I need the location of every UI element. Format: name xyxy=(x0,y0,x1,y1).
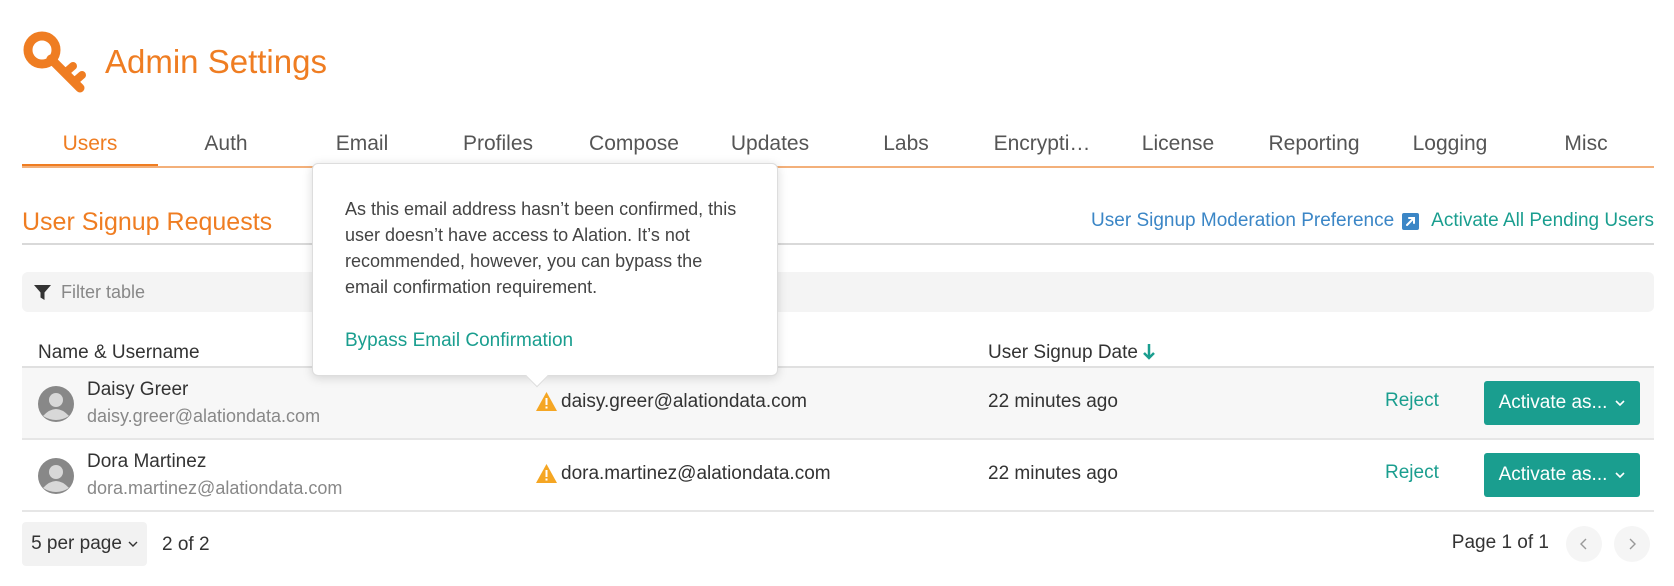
sort-down-icon xyxy=(1143,344,1155,360)
popover-message: As this email address hasn’t been confir… xyxy=(345,199,737,297)
chevron-down-icon xyxy=(1615,471,1625,478)
tab-email[interactable]: Email xyxy=(294,118,430,166)
avatar xyxy=(38,386,74,422)
signup-date: 22 minutes ago xyxy=(988,391,1118,412)
signup-table: Name & Username User Signup Date Daisy G… xyxy=(22,332,1654,512)
user-email: daisy.greer@alationdata.com xyxy=(561,391,808,412)
key-icon xyxy=(23,31,86,93)
user-name: Dora Martinez xyxy=(87,451,207,472)
activate-as-label: Activate as... xyxy=(1498,464,1608,485)
pagination: 5 per page 2 of 2 Page 1 of 1 xyxy=(22,522,1654,566)
tab-users[interactable]: Users xyxy=(22,118,158,166)
tab-reporting[interactable]: Reporting xyxy=(1246,118,1382,166)
activate-as-button[interactable]: Activate as... xyxy=(1484,381,1640,425)
activate-as-label: Activate as... xyxy=(1498,392,1608,413)
activate-all-button[interactable]: Activate All Pending Users xyxy=(1431,210,1654,232)
page-indicator: Page 1 of 1 xyxy=(1451,532,1549,553)
external-link-icon[interactable] xyxy=(1402,212,1420,230)
tab-profiles[interactable]: Profiles xyxy=(430,118,566,166)
section-actions: User Signup Moderation Preference Activa… xyxy=(1091,210,1654,232)
column-header-name[interactable]: Name & Username xyxy=(38,342,200,364)
previous-page-button[interactable] xyxy=(1566,526,1602,562)
chevron-down-icon xyxy=(1615,399,1625,406)
user-email: dora.martinez@alationdata.com xyxy=(561,463,831,484)
row-count: 2 of 2 xyxy=(162,534,210,555)
settings-tabs: Users Auth Email Profiles Compose Update… xyxy=(22,118,1654,168)
warning-icon[interactable] xyxy=(536,392,557,411)
tab-encryption[interactable]: Encrypti… xyxy=(974,118,1110,166)
filter-icon xyxy=(34,284,51,300)
tab-compose[interactable]: Compose xyxy=(566,118,702,166)
user-username: dora.martinez@alationdata.com xyxy=(87,478,343,498)
chevron-right-icon xyxy=(1629,538,1636,550)
per-page-select[interactable]: 5 per page xyxy=(22,522,147,566)
avatar xyxy=(38,458,74,494)
chevron-left-icon xyxy=(1580,538,1587,550)
tab-logging[interactable]: Logging xyxy=(1382,118,1518,166)
filter-bar xyxy=(22,272,1654,312)
signup-date: 22 minutes ago xyxy=(988,463,1118,484)
table-row: Dora Martinez dora.martinez@alationdata.… xyxy=(22,440,1654,512)
tab-updates[interactable]: Updates xyxy=(702,118,838,166)
moderation-preference-link[interactable]: User Signup Moderation Preference xyxy=(1091,210,1394,232)
tab-auth[interactable]: Auth xyxy=(158,118,294,166)
warning-icon[interactable] xyxy=(536,464,557,483)
table-row: Daisy Greer daisy.greer@alationdata.com … xyxy=(22,368,1654,440)
per-page-label: 5 per page xyxy=(31,533,122,554)
page-header: Admin Settings xyxy=(22,30,327,94)
tab-license[interactable]: License xyxy=(1110,118,1246,166)
section-header: User Signup Requests User Signup Moderat… xyxy=(22,198,1654,245)
page-title: Admin Settings xyxy=(105,43,327,80)
tab-labs[interactable]: Labs xyxy=(838,118,974,166)
user-username: daisy.greer@alationdata.com xyxy=(87,406,321,426)
bypass-email-confirmation-link[interactable]: Bypass Email Confirmation xyxy=(345,330,573,352)
reject-button[interactable]: Reject xyxy=(1385,390,1439,412)
tab-misc[interactable]: Misc xyxy=(1518,118,1654,166)
email-unconfirmed-popover: As this email address hasn’t been confir… xyxy=(312,163,778,388)
table-header: Name & Username User Signup Date xyxy=(22,332,1654,368)
user-name: Daisy Greer xyxy=(87,379,189,400)
section-title: User Signup Requests xyxy=(22,208,273,236)
column-header-date-label: User Signup Date xyxy=(988,342,1138,363)
next-page-button[interactable] xyxy=(1614,526,1650,562)
activate-as-button[interactable]: Activate as... xyxy=(1484,453,1640,497)
column-header-date[interactable]: User Signup Date xyxy=(988,342,1155,364)
reject-button[interactable]: Reject xyxy=(1385,462,1439,484)
chevron-down-icon xyxy=(128,541,138,547)
